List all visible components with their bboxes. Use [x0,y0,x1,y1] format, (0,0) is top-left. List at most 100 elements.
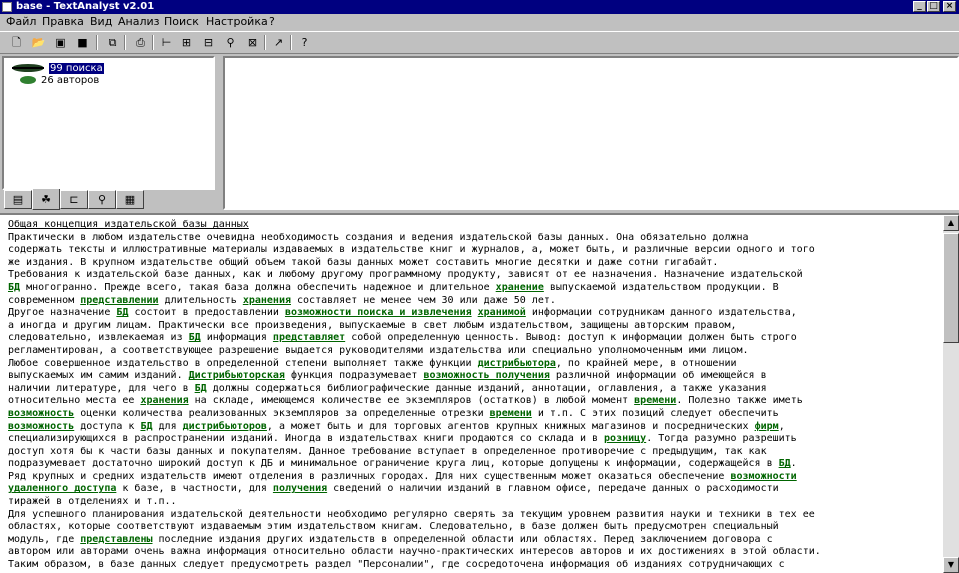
copy-icon[interactable]: ⧉ [104,34,121,51]
export-icon[interactable]: ↗ [270,34,287,51]
highlighted-term[interactable]: хранимой [478,307,526,318]
text-segment: информации сотрудникам данного издательс… [525,307,797,319]
document-text-pane[interactable]: Общая концепция издательской базы данных… [0,213,959,573]
highlighted-term[interactable]: хранение [496,282,544,293]
text-line: БД многогранно. Прежде всего, такая база… [8,282,940,295]
highlighted-term[interactable]: Дистрибьюторская [189,370,285,381]
search-icon[interactable]: ⚲ [222,34,239,51]
text-segment: составляет не менее чем 30 или даже 50 л… [291,294,556,306]
vertical-scrollbar[interactable]: ▲ ▼ [943,215,959,573]
pane-splitter[interactable] [216,56,222,210]
text-segment: к базе, в частности, для [116,483,273,495]
text-segment: последние издания других издательств в о… [152,533,773,545]
tree-item[interactable]: 26 авторов [18,75,99,86]
menu-edit[interactable]: Правка [40,15,86,29]
text-segment: различной информации об имеющейся в [549,370,767,382]
text-line: специализирующихся в распространении изд… [8,433,940,446]
highlighted-term[interactable]: дистрибьюторов [183,421,267,432]
help-icon[interactable]: ? [296,34,313,51]
text-line: тиражей в отделениях и т.п.. [8,496,940,509]
highlighted-term[interactable]: БД [116,307,128,318]
text-segment: , а может быть и для торговых агентов кр… [266,420,755,432]
highlighted-term[interactable]: БД [8,282,20,293]
search-results-icon [12,64,44,72]
app-icon[interactable] [2,2,12,12]
toolbar: 🗋 📂 ▣ ■ ⧉ ⎙ ⊢ ⊞ ⊟ ⚲ ⊠ ↗ ? [0,31,959,54]
highlighted-term[interactable]: хранения [243,295,291,306]
print-icon[interactable]: ⎙ [132,34,149,51]
text-segment: должны содержаться библиографические дан… [206,382,767,394]
highlighted-term[interactable]: БД [189,332,201,343]
structure-tab-icon[interactable]: ⊏ [60,190,88,209]
menu-file[interactable]: Файл [4,15,38,29]
scroll-down-icon[interactable]: ▼ [943,557,959,573]
highlighted-term[interactable]: представляет [273,332,345,343]
highlighted-term[interactable]: представлении [80,295,158,306]
highlighted-term[interactable]: розницу [604,433,646,444]
toolbar-separator [124,35,126,50]
text-segment: многогранно. Прежде всего, такая база до… [20,281,496,293]
menu-view[interactable]: Вид [88,15,114,29]
text-line: содержать тексты и иллюстративные матери… [8,244,940,257]
text-segment: современном [8,294,81,306]
authors-icon [20,76,36,84]
save-icon[interactable]: ■ [74,34,91,51]
toolbar-separator [96,35,98,50]
tree-icon[interactable]: ⊢ [158,34,175,51]
network-icon[interactable]: ⊞ [178,34,195,51]
tree-item-label: 99 поиска [49,63,104,74]
results-pane[interactable] [223,56,959,210]
new-icon[interactable]: 🗋 [8,34,25,51]
menu-analysis[interactable]: Анализ [116,15,162,29]
text-line: выпускаемых им самим изданий. Дистрибьют… [8,370,940,383]
text-line: доступ хотя бы к части базы данных и пок… [8,446,940,459]
summary-icon[interactable]: ⊟ [200,34,217,51]
tree-tabs: ▤ ☘ ⊏ ⚲ ▦ [2,189,215,210]
highlighted-term[interactable]: возможность [8,408,74,419]
highlighted-term[interactable]: возможность [8,421,74,432]
tree-item[interactable]: 99 поиска [10,63,104,74]
text-line: Любое совершенное издательство в определ… [8,358,940,371]
highlighted-term[interactable]: возможности поиска и извлечения [285,307,472,318]
close-button[interactable]: × [943,1,956,12]
highlighted-term[interactable]: представлены [80,534,152,545]
text-segment: информация [200,332,273,344]
highlighted-term[interactable]: БД [195,383,207,394]
scroll-up-icon[interactable]: ▲ [943,215,959,231]
tree-item-label: 26 авторов [41,75,100,86]
open-base-icon[interactable]: ▣ [52,34,69,51]
text-segment: состоит в предоставлении [128,307,285,319]
highlighted-term[interactable]: удаленного доступа [8,483,116,494]
text-segment: собой определенную ценность. Вывод: дост… [345,332,797,344]
menu-help[interactable]: ? [267,15,277,29]
tree-tab-icon[interactable]: ☘ [32,189,60,210]
highlighted-term[interactable]: времени [490,408,532,419]
menu-search[interactable]: Поиск [162,15,201,29]
menu-settings[interactable]: Настройка [204,15,270,29]
open-icon[interactable]: 📂 [30,34,47,51]
text-segment: областях, которые соответствуют издаваем… [8,521,779,533]
text-segment: Таким образом, в базе данных следует пре… [8,559,785,571]
highlighted-term[interactable]: получения [273,483,327,494]
highlighted-term[interactable]: БД [140,421,152,432]
compare-icon[interactable]: ⊠ [244,34,261,51]
highlighted-term[interactable]: времени [634,395,676,406]
text-segment: выпускаемых им самим изданий. [8,370,189,382]
summary-tab-icon[interactable]: ▦ [116,190,144,209]
highlighted-term[interactable]: БД [779,458,791,469]
text-line: автором или авторами очень важна информа… [8,546,940,559]
search-tab-icon[interactable]: ⚲ [88,190,116,209]
title-bar: base - TextAnalyst v2.01 _ □ × [0,0,959,14]
scroll-thumb[interactable] [943,233,959,343]
highlighted-term[interactable]: возможность получения [423,370,549,381]
highlighted-term[interactable]: возможности [730,471,796,482]
highlighted-term[interactable]: дистрибьютора [478,358,556,369]
document-tab-icon[interactable]: ▤ [4,190,32,209]
minimize-button[interactable]: _ [913,1,926,12]
text-segment: . [790,458,797,470]
highlighted-term[interactable]: фирм [755,421,779,432]
text-line: наличии литературе, для чего в БД должны… [8,383,940,396]
maximize-button[interactable]: □ [927,1,940,12]
semantic-tree-pane[interactable]: 99 поиска 26 авторов [2,56,215,190]
highlighted-term[interactable]: хранения [140,395,188,406]
